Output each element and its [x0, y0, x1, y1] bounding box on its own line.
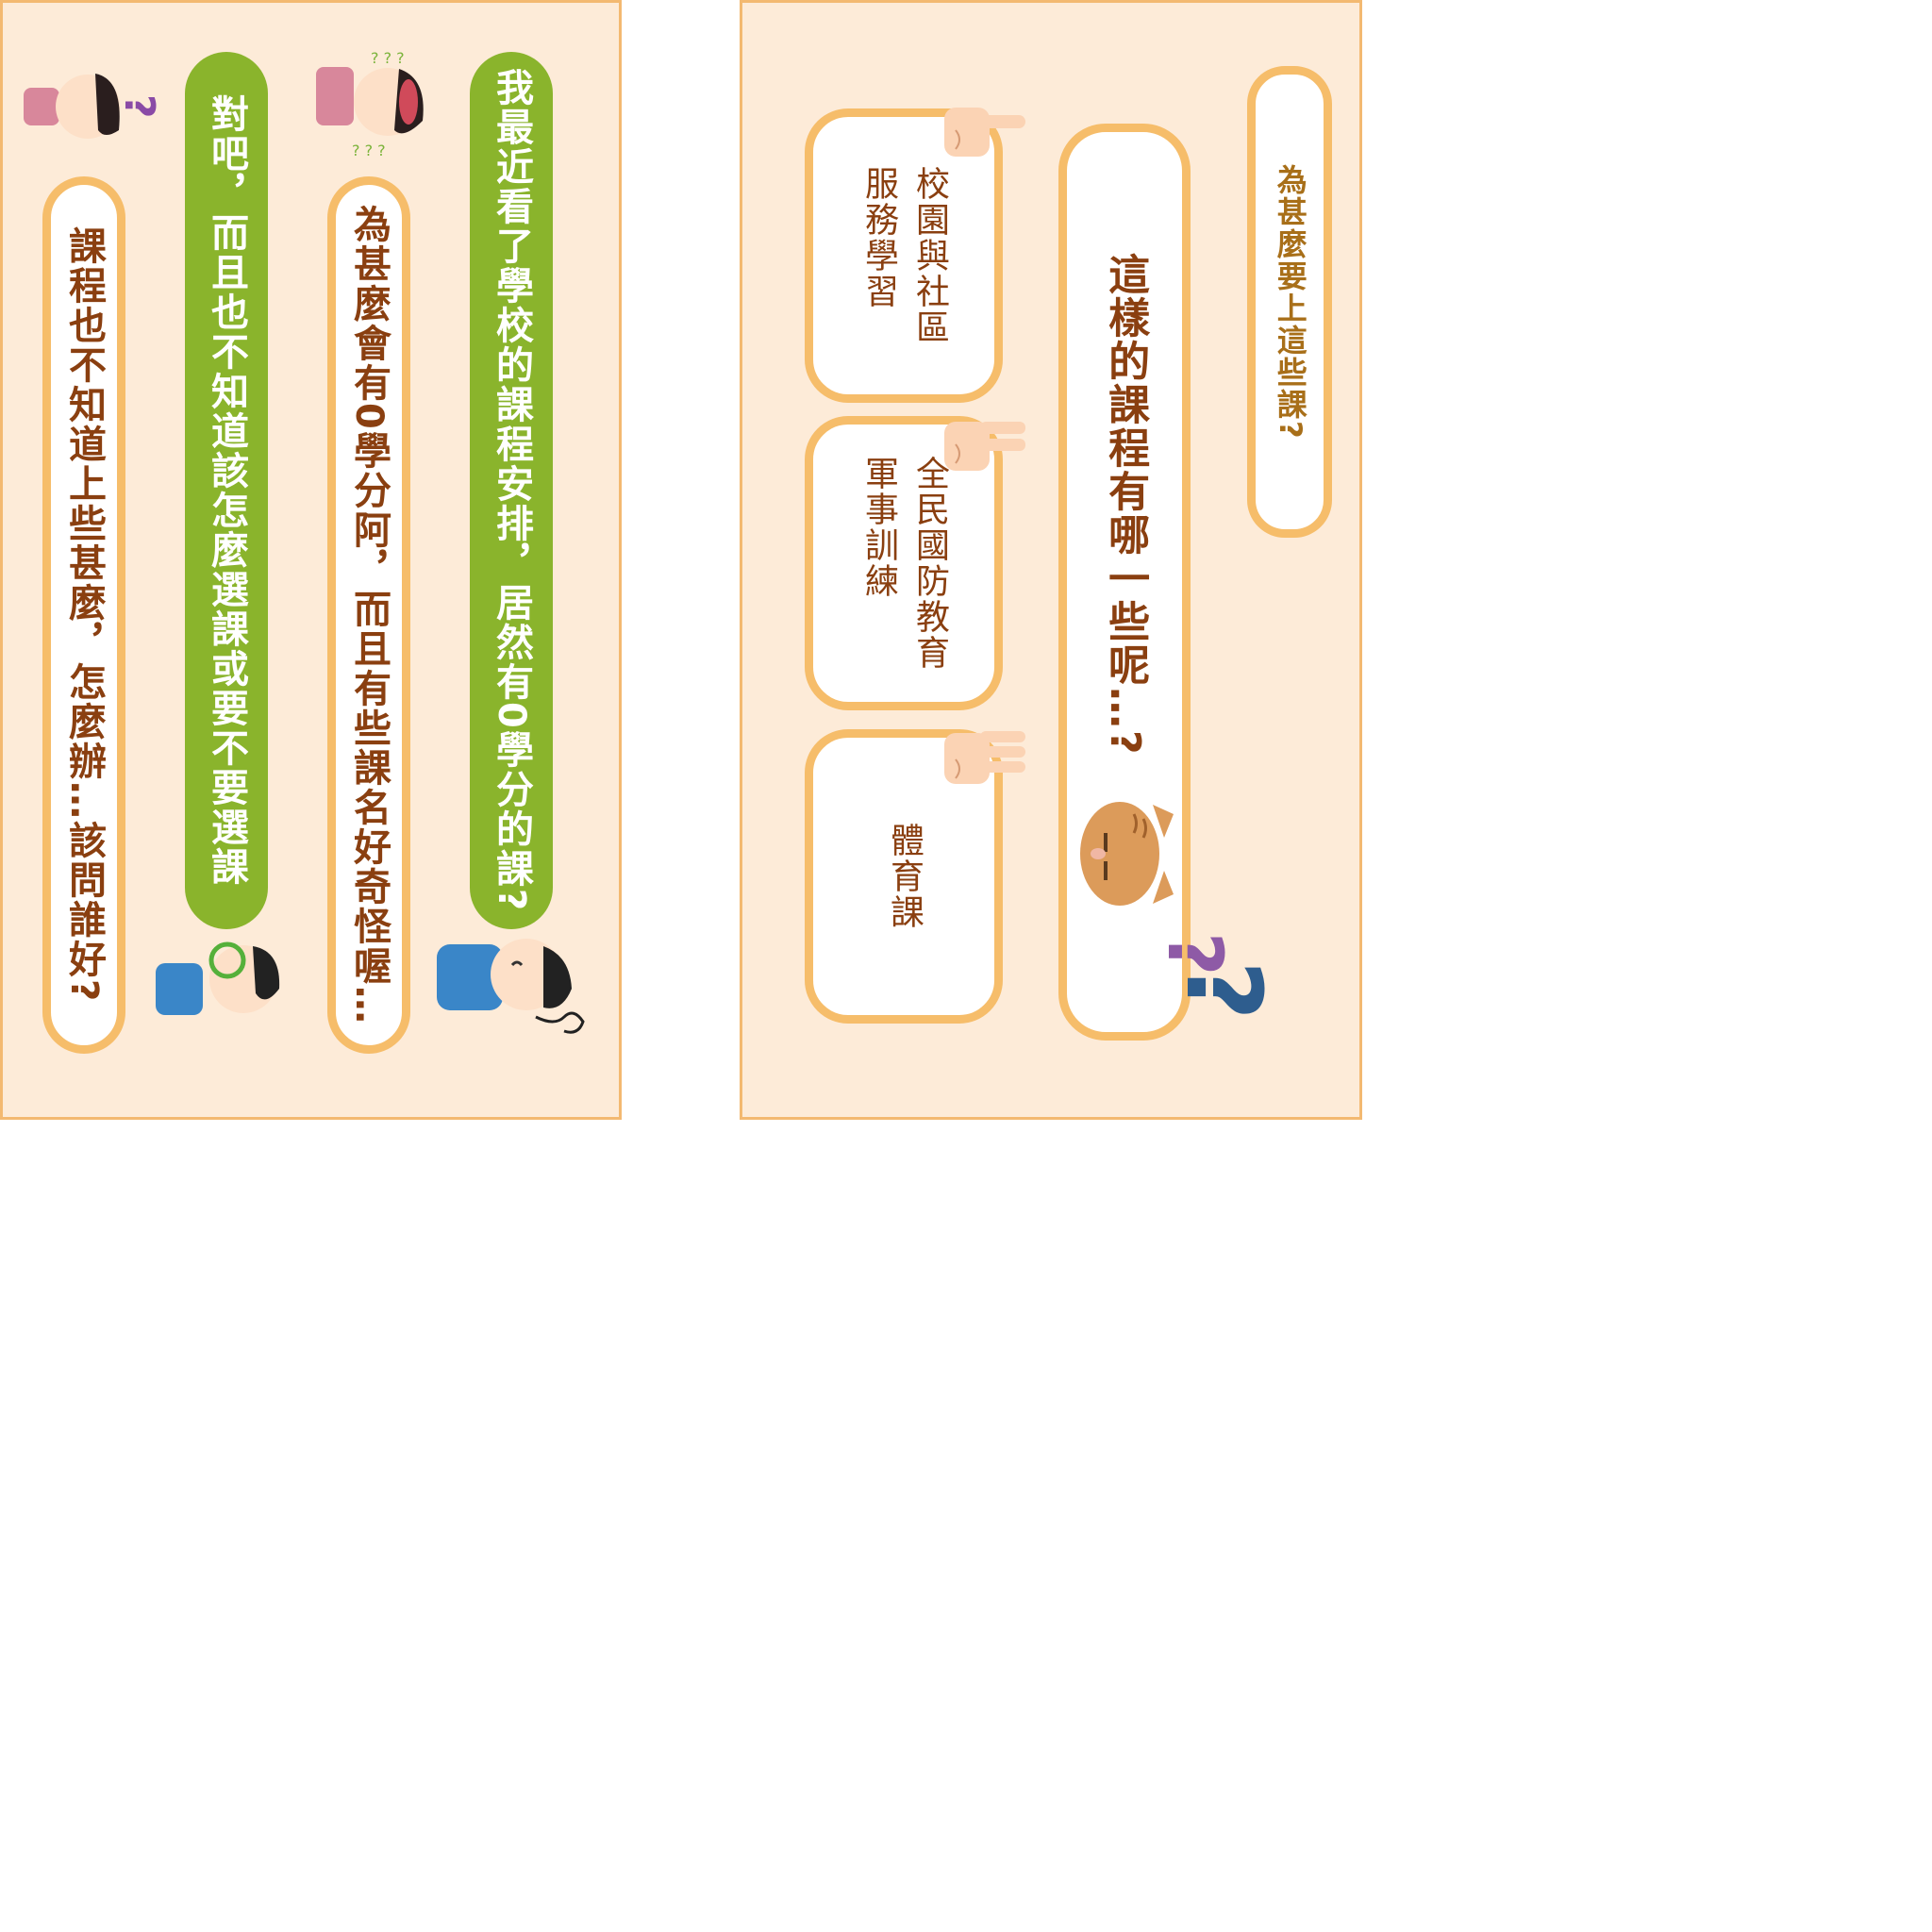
course-pe-line1: 體育課 [885, 823, 924, 930]
course-defense-line1: 全民國防教育 [910, 456, 949, 671]
right-panel: 為甚麼要上這些課? 這樣的課程有哪一些呢…? 校園與社區 服務學習 全民國防教育… [740, 0, 1362, 1120]
speech-bubble-3: 對吧，而且也不知道該怎麼選課或要不要選課 [185, 52, 268, 929]
svg-text:? ? ?: ? ? ? [371, 50, 405, 67]
svg-text:? ? ?: ? ? ? [352, 142, 386, 158]
speech-bubble-1-text: 我最近看了學校的課程安排，居然有0學分的課? [490, 68, 533, 913]
speech-bubble-4: 課程也不知道上些甚麼，怎麼辦…該問誰好? [42, 176, 125, 1054]
hand-one-finger-icon [944, 108, 1025, 157]
sleepy-cat-icon [1080, 802, 1174, 906]
course-defense-line2: 軍事訓練 [859, 456, 898, 599]
thinking-boy-icon [437, 939, 585, 1034]
question-girl-icon: ? [24, 74, 158, 139]
svg-text:?: ? [115, 94, 158, 119]
course-service-line2: 服務學習 [859, 166, 898, 309]
hand-three-fingers-icon [944, 731, 1025, 784]
speech-bubble-3-text: 對吧，而且也不知道該怎麼選課或要不要選課 [205, 94, 248, 887]
question-marks-icon: ? ? [1151, 932, 1277, 1021]
svg-text:?: ? [1163, 960, 1277, 1021]
title-box: 為甚麼要上這些課? [1247, 66, 1332, 538]
speech-bubble-4-text: 課程也不知道上些甚麼，怎麼辦…該問誰好? [62, 226, 106, 1004]
page-title: 為甚麼要上這些課? [1272, 163, 1308, 441]
magnifier-boy-icon [156, 941, 280, 1015]
course-service-line1: 校園與社區 [910, 166, 949, 345]
speech-bubble-1: 我最近看了學校的課程安排，居然有0學分的課? [470, 52, 553, 929]
speech-bubble-2-text: 為甚麼會有0學分阿，而且有些課名好奇怪喔… [347, 205, 391, 1025]
question-text: 這樣的課程有哪一些呢…? [1101, 253, 1150, 757]
speech-bubble-2: 為甚麼會有0學分阿，而且有些課名好奇怪喔… [327, 176, 410, 1054]
hand-two-fingers-icon [944, 422, 1025, 471]
left-panel: 我最近看了學校的課程安排，居然有0學分的課? 為甚麼會有0學分阿，而且有些課名好… [0, 0, 622, 1120]
confused-girl-icon: ? ? ? ? ? ? [316, 50, 424, 158]
